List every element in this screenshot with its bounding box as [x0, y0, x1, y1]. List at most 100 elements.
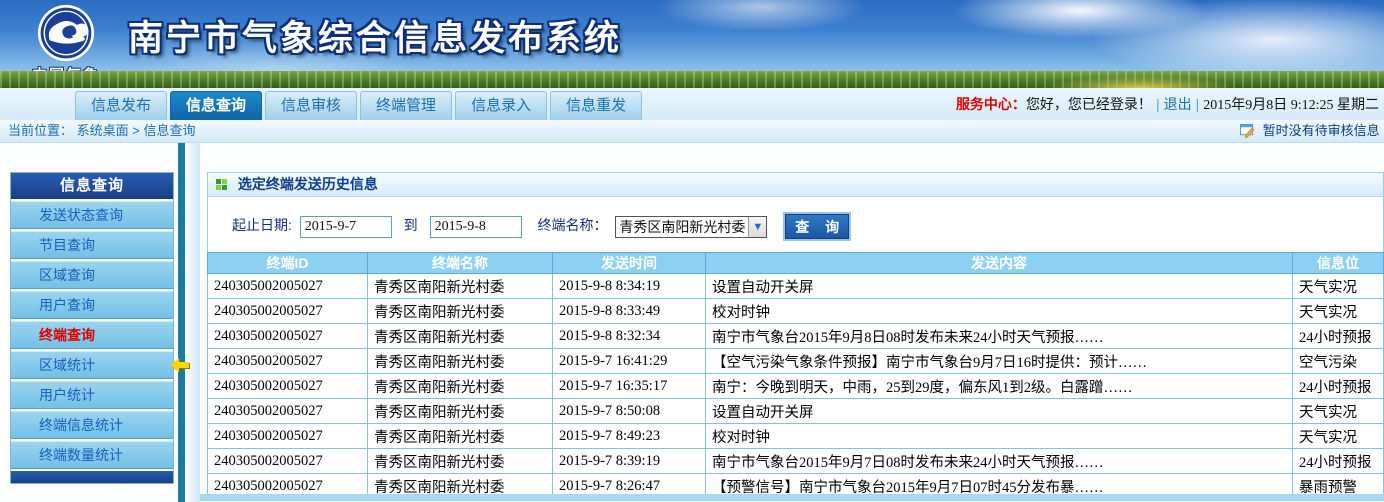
cell-info-category: 天气实况 — [1293, 274, 1384, 299]
table-row[interactable]: 240305002005027 青秀区南阳新光村委 2015-9-7 16:41… — [208, 349, 1384, 374]
cma-spiral-logo-icon — [37, 4, 95, 62]
table-row[interactable]: 240305002005027 青秀区南阳新光村委 2015-9-7 8:39:… — [208, 449, 1384, 474]
query-form: 起止日期: 到 终端名称： 青秀区南阳新光村委 ▼ 查 询 — [208, 197, 1383, 252]
cell-info-category: 24小时预报 — [1293, 324, 1384, 349]
sidebar-item[interactable]: 终端查询 — [11, 321, 173, 349]
sidebar-item-label: 区域查询 — [39, 267, 95, 283]
sidebar-item[interactable]: 节目查询 — [11, 231, 173, 259]
pending-review-status: 暂时没有待审核信息 — [1240, 120, 1380, 142]
nav-tab[interactable]: 终端管理 — [360, 91, 452, 120]
cell-terminal-name: 青秀区南阳新光村委 — [368, 299, 553, 324]
status-line: 服务中心：您好，您已经登录！|退出|2015年9月8日 9:12:25 星期二 — [956, 88, 1379, 120]
cell-terminal-name: 青秀区南阳新光村委 — [368, 349, 553, 374]
cell-terminal-name: 青秀区南阳新光村委 — [368, 399, 553, 424]
chevron-down-icon[interactable]: ▼ — [748, 217, 766, 237]
cell-terminal-name: 青秀区南阳新光村委 — [368, 274, 553, 299]
cell-send-content: 设置自动开关屏 — [706, 399, 1293, 424]
sidebar-item[interactable]: 区域查询 — [11, 261, 173, 289]
cell-terminal-name: 青秀区南阳新光村委 — [368, 324, 553, 349]
nav-tab[interactable]: 信息录入 — [455, 91, 547, 120]
nav-tab[interactable]: 信息审核 — [265, 91, 357, 120]
cell-terminal-name: 青秀区南阳新光村委 — [368, 374, 553, 399]
table-column-header: 信息位 — [1293, 253, 1384, 274]
cell-terminal-name: 青秀区南阳新光村委 — [368, 449, 553, 474]
nav-tab-label: 信息发布 — [91, 97, 151, 114]
table-column-header: 发送时间 — [553, 253, 706, 274]
pending-review-text: 暂时没有待审核信息 — [1263, 123, 1380, 138]
cell-send-time: 2015-9-7 8:50:08 — [553, 399, 706, 424]
service-center-label: 服务中心： — [956, 96, 1026, 112]
sidebar-item-label: 用户统计 — [39, 387, 95, 403]
breadcrumb-path[interactable]: 系统桌面 > 信息查询 — [77, 123, 196, 138]
sidebar-item-label: 用户查询 — [39, 297, 95, 313]
cell-send-content: 设置自动开关屏 — [706, 274, 1293, 299]
history-table: 终端ID终端名称发送时间发送内容信息位 240305002005027 青秀区南… — [207, 252, 1384, 499]
table-row[interactable]: 240305002005027 青秀区南阳新光村委 2015-9-7 8:50:… — [208, 399, 1384, 424]
sidebar-item-label: 发送状态查询 — [39, 207, 123, 223]
sidebar-footer — [11, 471, 173, 483]
nav-tab-label: 信息查询 — [186, 97, 246, 114]
cell-send-time: 2015-9-8 8:32:34 — [553, 324, 706, 349]
green-grid-icon — [216, 179, 228, 191]
tab-bar: 信息发布 信息查询 信息审核 终端管理 信息录入 — [0, 88, 1384, 120]
cell-send-content: 校对时钟 — [706, 299, 1293, 324]
cell-send-content: 南宁：今晚到明天，中雨，25到29度，偏东风1到2级。白露蹭…… — [706, 374, 1293, 399]
date-range-label: 起止日期: — [232, 217, 292, 233]
collapse-sidebar-arrow-icon[interactable] — [170, 358, 192, 372]
table-column-header: 发送内容 — [706, 253, 1293, 274]
logout-link[interactable]: 退出 — [1164, 96, 1192, 112]
cell-terminal-id: 240305002005027 — [208, 324, 368, 349]
cell-terminal-id: 240305002005027 — [208, 299, 368, 324]
page: 中国气象 南宁市气象综合信息发布系统 信息发布 信息查询 信息审核 终 — [0, 0, 1384, 502]
cell-info-category: 24小时预报 — [1293, 374, 1384, 399]
sidebar-item-label: 节目查询 — [39, 237, 95, 253]
query-panel: 选定终端发送历史信息 起止日期: 到 终端名称： 青秀区南阳新光村委 ▼ 查 询 — [207, 172, 1384, 253]
sidebar-title: 信息查询 — [11, 173, 173, 199]
panel-header: 选定终端发送历史信息 — [208, 173, 1383, 197]
nav-tab[interactable]: 信息查询 — [170, 91, 262, 120]
table-bottom-bar — [200, 494, 1384, 501]
divider-fade — [185, 143, 200, 502]
sidebar-items: 发送状态查询 节目查询 区域查询 用户查询 终端查询 — [11, 201, 173, 469]
sidebar-item[interactable]: 用户查询 — [11, 291, 173, 319]
table-row[interactable]: 240305002005027 青秀区南阳新光村委 2015-9-7 16:35… — [208, 374, 1384, 399]
sidebar-menu: 信息查询 发送状态查询 节目查询 区域查询 用户查询 — [10, 172, 174, 484]
sidebar-item[interactable]: 终端信息统计 — [11, 411, 173, 439]
sidebar-item-label: 终端数量统计 — [39, 447, 123, 463]
sidebar-item[interactable]: 发送状态查询 — [11, 201, 173, 229]
cell-terminal-id: 240305002005027 — [208, 424, 368, 449]
cell-info-category: 24小时预报 — [1293, 449, 1384, 474]
grass-decoration — [0, 71, 1384, 88]
table-body: 240305002005027 青秀区南阳新光村委 2015-9-8 8:34:… — [208, 274, 1384, 499]
nav-tab[interactable]: 信息发布 — [75, 91, 167, 120]
nav-tab-label: 信息录入 — [471, 97, 531, 114]
table-row[interactable]: 240305002005027 青秀区南阳新光村委 2015-9-8 8:33:… — [208, 299, 1384, 324]
sidebar-item[interactable]: 终端数量统计 — [11, 441, 173, 469]
cell-terminal-id: 240305002005027 — [208, 274, 368, 299]
date-from-input[interactable] — [300, 216, 392, 238]
sidebar-item-label: 终端查询 — [39, 327, 95, 343]
sidebar-item[interactable]: 区域统计 — [11, 351, 173, 379]
vertical-divider — [178, 143, 185, 502]
panel-title: 选定终端发送历史信息 — [238, 176, 378, 192]
cell-terminal-id: 240305002005027 — [208, 349, 368, 374]
table-row[interactable]: 240305002005027 青秀区南阳新光村委 2015-9-8 8:32:… — [208, 324, 1384, 349]
nav-tab[interactable]: 信息重发 — [550, 91, 642, 120]
search-button[interactable]: 查 询 — [785, 214, 849, 239]
nav-tab-label: 终端管理 — [376, 97, 436, 114]
site-title: 南宁市气象综合信息发布系统 — [128, 10, 622, 61]
date-to-input[interactable] — [430, 216, 522, 238]
terminal-select-value: 青秀区南阳新光村委 — [616, 217, 748, 237]
cell-send-time: 2015-9-8 8:34:19 — [553, 274, 706, 299]
cell-send-content: 校对时钟 — [706, 424, 1293, 449]
terminal-select[interactable]: 青秀区南阳新光村委 ▼ — [615, 216, 767, 238]
breadcrumb-bar: 当前位置： 系统桌面 > 信息查询 暂时没有待审核信息 — [0, 120, 1384, 143]
table-row[interactable]: 240305002005027 青秀区南阳新光村委 2015-9-7 8:49:… — [208, 424, 1384, 449]
cell-send-content: 南宁市气象台2015年9月7日08时发布未来24小时天气预报…… — [706, 449, 1293, 474]
table-row[interactable]: 240305002005027 青秀区南阳新光村委 2015-9-8 8:34:… — [208, 274, 1384, 299]
cell-send-time: 2015-9-7 8:49:23 — [553, 424, 706, 449]
nav-tabs: 信息发布 信息查询 信息审核 终端管理 信息录入 — [75, 91, 642, 120]
sidebar-item[interactable]: 用户统计 — [11, 381, 173, 409]
nav-tab-label: 信息重发 — [566, 97, 626, 114]
login-greeting: 您好，您已经登录！ — [1026, 96, 1152, 112]
